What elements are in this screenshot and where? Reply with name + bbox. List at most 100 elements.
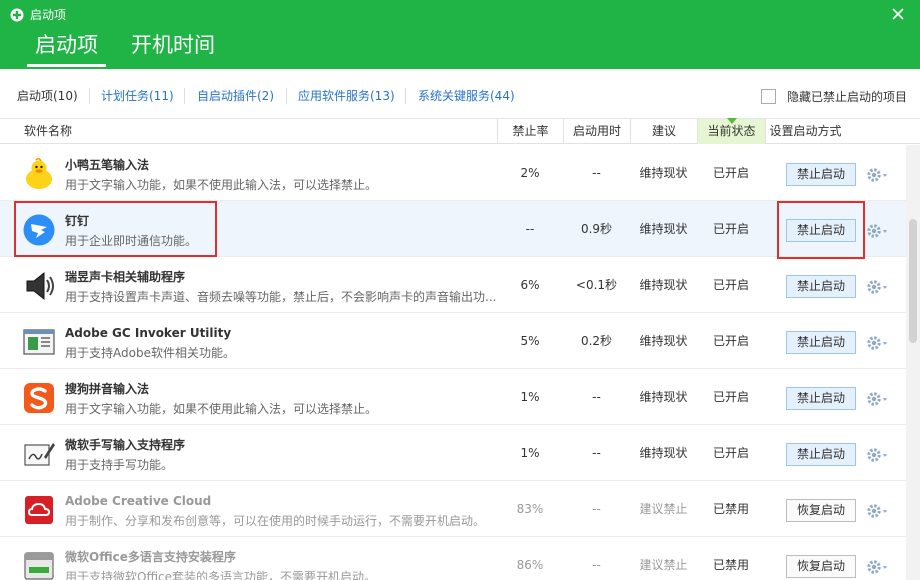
scrollbar[interactable] bbox=[906, 145, 920, 580]
sort-arrow-icon bbox=[726, 118, 737, 124]
hide-disabled-checkbox[interactable] bbox=[761, 89, 776, 104]
column-header: 软件名称 禁止率 启动用时 建议 当前状态 设置启动方式 bbox=[0, 118, 920, 144]
column-disable-rate[interactable]: 禁止率 bbox=[497, 119, 563, 144]
startup-time: -- bbox=[592, 446, 601, 460]
gear-dropdown-icon[interactable] bbox=[866, 559, 890, 575]
list-item[interactable]: 微软Office多语言支持安装程序 用于支持微软Office套装的多语言功能，不… bbox=[0, 537, 906, 580]
startup-time: 0.2秒 bbox=[580, 334, 613, 348]
filter-scheduled-tasks[interactable]: 计划任务(11) bbox=[101, 88, 174, 104]
gear-dropdown-icon[interactable] bbox=[866, 279, 890, 295]
advice: 维持现状 bbox=[639, 390, 688, 404]
status-text: 已开启 bbox=[712, 222, 749, 236]
creative-cloud-icon bbox=[25, 496, 53, 524]
window-app-icon bbox=[23, 329, 55, 355]
item-description: 用于支持手写功能。 bbox=[65, 458, 174, 472]
disable-rate: 1% bbox=[520, 446, 540, 460]
disable-rate: 86% bbox=[516, 558, 544, 572]
tab-boot-time[interactable]: 开机时间 bbox=[131, 30, 215, 60]
handwriting-icon bbox=[24, 443, 55, 466]
startup-time: -- bbox=[592, 558, 601, 572]
disable-rate: 5% bbox=[520, 334, 540, 348]
column-startup-time[interactable]: 启动用时 bbox=[563, 119, 630, 144]
divider bbox=[89, 88, 90, 104]
startup-time: -- bbox=[592, 502, 601, 516]
hide-disabled-label[interactable]: 隐藏已禁止启动的项目 bbox=[787, 89, 907, 105]
installer-icon bbox=[24, 552, 54, 580]
status-text: 已开启 bbox=[712, 278, 749, 292]
disable-startup-button[interactable]: 禁止启动 bbox=[786, 275, 856, 298]
gear-dropdown-icon[interactable] bbox=[866, 335, 890, 351]
sogou-icon bbox=[24, 383, 54, 413]
gear-dropdown-icon[interactable] bbox=[866, 391, 890, 407]
item-name: Adobe Creative Cloud bbox=[65, 494, 212, 508]
advice: 建议禁止 bbox=[639, 558, 688, 572]
divider bbox=[405, 88, 406, 104]
gear-dropdown-icon[interactable] bbox=[866, 503, 890, 519]
item-description: 用于支持微软Office套装的多语言功能，不需要开机启动。 bbox=[65, 570, 377, 580]
title-bar: 启动项 启动项 开机时间 bbox=[0, 0, 920, 69]
startup-time: 0.9秒 bbox=[580, 222, 613, 236]
item-name: Adobe GC Invoker Utility bbox=[65, 326, 232, 340]
disable-rate: 6% bbox=[520, 278, 540, 292]
disable-startup-button[interactable]: 禁止启动 bbox=[786, 163, 856, 186]
status-text: 已开启 bbox=[712, 334, 749, 348]
item-description: 用于支持Adobe软件相关功能。 bbox=[65, 346, 235, 360]
highlight-box-disable-button bbox=[777, 201, 865, 259]
advice: 维持现状 bbox=[639, 334, 688, 348]
disable-startup-button[interactable]: 禁止启动 bbox=[786, 387, 856, 410]
status-text: 已禁用 bbox=[712, 558, 749, 572]
list-item[interactable]: 微软手写输入支持程序 用于支持手写功能。 1% -- 维持现状 已开启 禁止启动 bbox=[0, 425, 906, 481]
highlight-box-dingtalk bbox=[14, 201, 217, 257]
advice: 维持现状 bbox=[639, 222, 688, 236]
advice: 维持现状 bbox=[639, 278, 688, 292]
item-name: 瑞昱声卡相关辅助程序 bbox=[65, 270, 186, 284]
column-advice[interactable]: 建议 bbox=[630, 119, 697, 144]
item-description: 用于文字输入功能，如果不使用此输入法，可以选择禁止。 bbox=[65, 178, 378, 192]
divider bbox=[184, 88, 185, 104]
disable-rate: 2% bbox=[520, 166, 540, 180]
list-item[interactable]: Adobe Creative Cloud 用于制作、分享和发布创意等，可以在使用… bbox=[0, 481, 906, 537]
column-software-name[interactable]: 软件名称 bbox=[24, 119, 72, 144]
filter-app-services[interactable]: 应用软件服务(13) bbox=[298, 88, 395, 104]
gear-dropdown-icon[interactable] bbox=[866, 447, 890, 463]
item-description: 用于制作、分享和发布创意等，可以在使用的时候手动运行，不需要开机启动。 bbox=[65, 514, 486, 528]
list-item[interactable]: 搜狗拼音输入法 用于文字输入功能，如果不使用此输入法，可以选择禁止。 1% --… bbox=[0, 369, 906, 425]
status-text: 已开启 bbox=[712, 166, 749, 180]
filter-bar: 启动项(10) 计划任务(11) 自启动插件(2) 应用软件服务(13) 系统关… bbox=[0, 69, 920, 119]
advice: 维持现状 bbox=[639, 166, 688, 180]
restore-startup-button[interactable]: 恢复启动 bbox=[786, 555, 856, 578]
item-description: 用于文字输入功能，如果不使用此输入法，可以选择禁止。 bbox=[65, 402, 378, 416]
gear-dropdown-icon[interactable] bbox=[866, 223, 890, 239]
disable-startup-button[interactable]: 禁止启动 bbox=[786, 331, 856, 354]
startup-time: -- bbox=[592, 166, 601, 180]
filter-autostart-plugins[interactable]: 自启动插件(2) bbox=[197, 88, 274, 104]
item-name: 微软手写输入支持程序 bbox=[65, 438, 186, 452]
startup-time: -- bbox=[592, 390, 601, 404]
status-text: 已开启 bbox=[712, 446, 749, 460]
startup-time: <0.1秒 bbox=[575, 278, 618, 292]
window-title: 启动项 bbox=[30, 8, 67, 22]
filter-system-services[interactable]: 系统关键服务(44) bbox=[418, 88, 515, 104]
item-name: 搜狗拼音输入法 bbox=[65, 382, 150, 396]
list-item[interactable]: Adobe GC Invoker Utility 用于支持Adobe软件相关功能… bbox=[0, 313, 906, 369]
item-description: 用于支持设置声卡声道、音频去噪等功能，禁止后，不会影响声卡的声音输出功... bbox=[65, 290, 497, 304]
restore-startup-button[interactable]: 恢复启动 bbox=[786, 499, 856, 522]
item-name: 小鸭五笔输入法 bbox=[65, 158, 150, 172]
list-item[interactable]: 瑞昱声卡相关辅助程序 用于支持设置声卡声道、音频去噪等功能，禁止后，不会影响声卡… bbox=[0, 257, 906, 313]
duck-icon bbox=[26, 157, 52, 189]
advice: 建议禁止 bbox=[639, 502, 688, 516]
close-icon[interactable] bbox=[888, 4, 908, 24]
column-current-status[interactable]: 当前状态 bbox=[697, 118, 765, 144]
disable-startup-button[interactable]: 禁止启动 bbox=[786, 443, 856, 466]
status-text: 已开启 bbox=[712, 390, 749, 404]
divider bbox=[286, 88, 287, 104]
disable-rate: -- bbox=[525, 222, 535, 236]
list-item[interactable]: 小鸭五笔输入法 用于文字输入功能，如果不使用此输入法，可以选择禁止。 2% --… bbox=[0, 145, 906, 201]
tab-startup-items[interactable]: 启动项 bbox=[27, 30, 106, 67]
disable-rate: 83% bbox=[516, 502, 544, 516]
column-current-status-label: 当前状态 bbox=[707, 124, 756, 138]
gear-dropdown-icon[interactable] bbox=[866, 167, 890, 183]
scrollbar-thumb[interactable] bbox=[909, 219, 917, 343]
status-text: 已禁用 bbox=[712, 502, 749, 516]
filter-startup-items[interactable]: 启动项(10) bbox=[17, 88, 78, 104]
